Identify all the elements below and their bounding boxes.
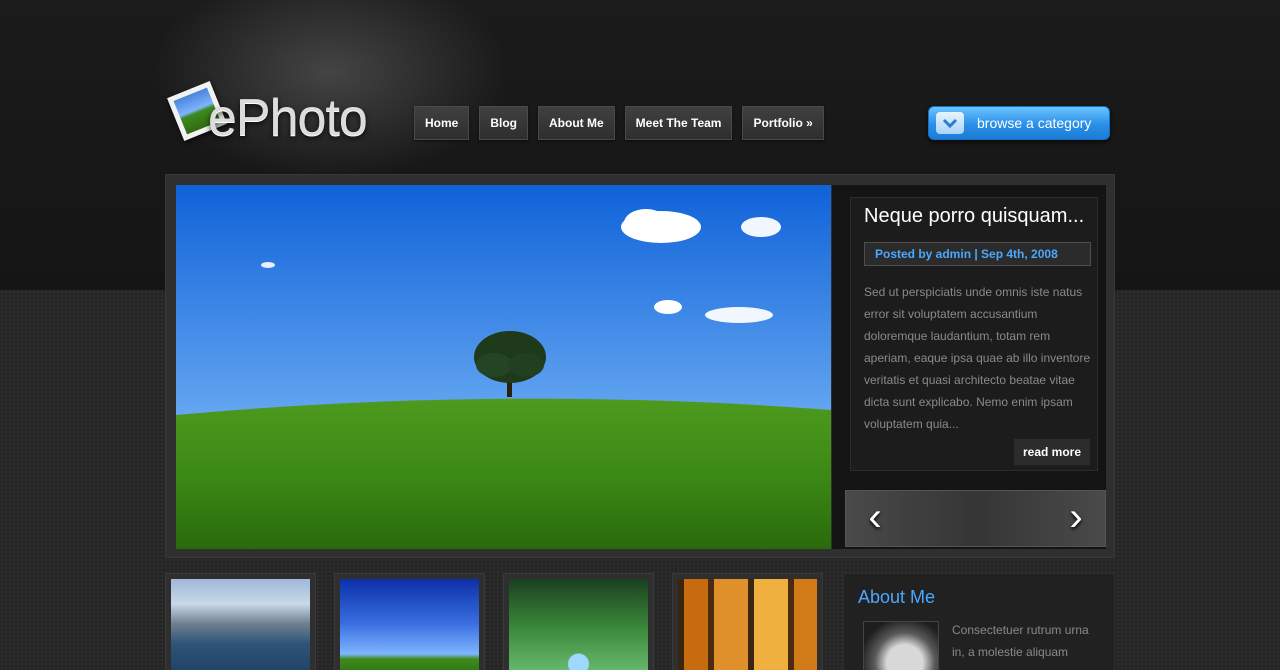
thumbnail-water-drop[interactable] xyxy=(503,573,654,670)
browse-category-button[interactable]: browse a category xyxy=(928,106,1110,140)
thumbnail-image xyxy=(678,579,817,670)
thumbnail-image xyxy=(171,579,310,670)
nav-item-home[interactable]: Home xyxy=(414,106,470,140)
thumbnail-tree-field[interactable] xyxy=(334,573,485,670)
nav-item-portfolio[interactable]: Portfolio » xyxy=(742,106,824,140)
site-logo[interactable]: ePhoto xyxy=(167,80,378,152)
avatar xyxy=(863,621,939,670)
thumbnail-image xyxy=(340,579,479,670)
about-text: Consectetuer rutrum urna in, a molestie … xyxy=(952,623,1089,659)
next-arrow-icon[interactable]: › xyxy=(1051,491,1101,546)
post-title[interactable]: Neque porro quisquam... xyxy=(864,205,1084,228)
main-nav: Home Blog About Me Meet The Team Portfol… xyxy=(414,106,824,140)
post-meta: Posted by admin | Sep 4th, 2008 xyxy=(864,242,1091,266)
nav-item-blog[interactable]: Blog xyxy=(479,106,529,140)
slider-nav: ‹ › xyxy=(845,490,1106,547)
thumbnail-coastline[interactable] xyxy=(165,573,316,670)
logo-text: ePhoto xyxy=(208,89,368,147)
featured-image[interactable] xyxy=(176,185,831,549)
nav-item-meet-the-team[interactable]: Meet The Team xyxy=(624,106,733,140)
post-excerpt: Sed ut perspiciatis unde omnis iste natu… xyxy=(864,285,1091,431)
previous-arrow-icon[interactable]: ‹ xyxy=(850,491,900,546)
featured-slider: Neque porro quisquam... Posted by admin … xyxy=(165,174,1115,558)
thumbnail-image xyxy=(509,579,648,670)
about-widget: About Me Consectetuer rutrum urna in, a … xyxy=(843,573,1115,670)
nav-item-about-me[interactable]: About Me xyxy=(538,106,615,140)
featured-side-panel: Neque porro quisquam... Posted by admin … xyxy=(832,185,1106,549)
about-title: About Me xyxy=(858,587,936,607)
chevron-down-icon xyxy=(936,112,964,134)
thumbnail-autumn-forest[interactable] xyxy=(672,573,823,670)
browse-category-label: browse a category xyxy=(977,115,1092,131)
read-more-button[interactable]: read more xyxy=(1014,439,1090,465)
